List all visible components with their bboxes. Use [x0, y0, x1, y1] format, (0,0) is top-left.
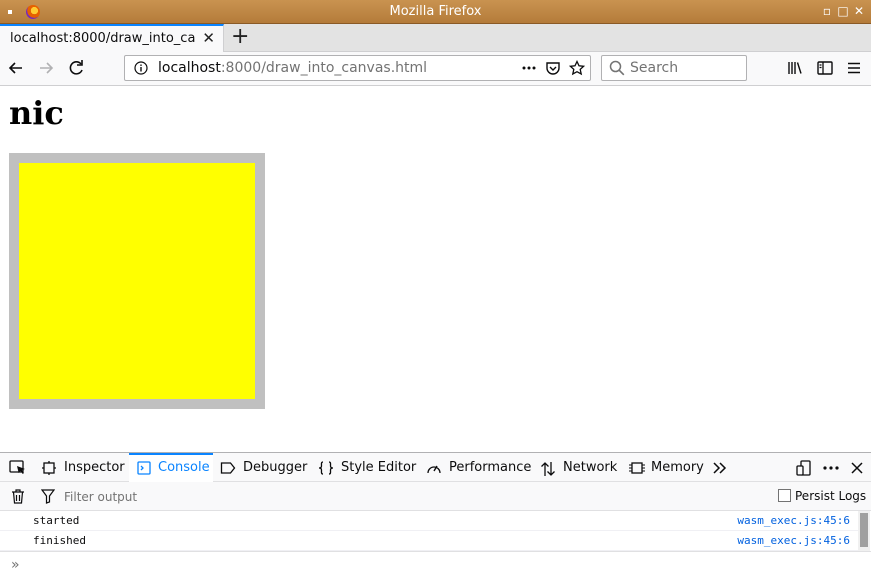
- console-message-text: finished: [33, 534, 86, 547]
- persist-logs-checkbox[interactable]: Persist Logs: [778, 489, 866, 503]
- canvas-yellow-fill: [19, 163, 255, 399]
- devtools-tab-label: Console: [158, 460, 210, 475]
- url-text[interactable]: localhost:8000/draw_into_canvas.html: [158, 60, 427, 76]
- new-tab-button[interactable]: +: [231, 25, 249, 49]
- bookmark-star-icon[interactable]: [569, 60, 585, 76]
- search-input[interactable]: [630, 59, 742, 77]
- more-tools-chevron-icon[interactable]: [712, 461, 728, 475]
- console-message: started wasm_exec.js:45:6: [0, 511, 858, 531]
- page-content: nic: [0, 86, 871, 452]
- style-editor-icon: [318, 461, 334, 475]
- console-input[interactable]: [32, 557, 832, 575]
- devtools-options-icon[interactable]: [822, 461, 840, 475]
- navigation-toolbar: localhost:8000/draw_into_canvas.html: [0, 52, 871, 86]
- close-window-button[interactable]: ✕: [851, 3, 867, 19]
- filter-output-input[interactable]: [64, 488, 364, 506]
- forward-button[interactable]: [35, 57, 57, 79]
- performance-icon: [427, 465, 441, 474]
- window-titlebar: Mozilla Firefox ▫ □ ✕: [0, 0, 871, 24]
- persist-logs-label: Persist Logs: [795, 489, 867, 503]
- console-output: started wasm_exec.js:45:6 finished wasm_…: [0, 511, 858, 551]
- memory-icon: [629, 462, 645, 474]
- url-path: :8000/draw_into_canvas.html: [220, 60, 428, 76]
- devtools-tab-inspector[interactable]: Inspector: [42, 453, 128, 482]
- console-scrollbar-thumb[interactable]: [860, 513, 868, 547]
- minimize-button[interactable]: ▫: [819, 3, 835, 19]
- trash-icon[interactable]: [11, 489, 25, 504]
- devtools-panel: Inspector Console Debugger Style Editor: [0, 452, 871, 581]
- canvas-border: [9, 153, 265, 409]
- network-icon: [541, 462, 555, 476]
- inspector-icon: [42, 461, 56, 475]
- search-bar[interactable]: [601, 55, 747, 81]
- hamburger-menu-icon[interactable]: [845, 59, 863, 77]
- console-message: finished wasm_exec.js:45:6: [0, 531, 858, 551]
- url-bar[interactable]: localhost:8000/draw_into_canvas.html: [124, 55, 591, 81]
- devtools-tab-memory[interactable]: Memory: [629, 453, 707, 482]
- console-message-text: started: [33, 514, 80, 527]
- tab-title: localhost:8000/draw_into_canvas.html: [10, 31, 196, 46]
- site-info-icon[interactable]: [134, 61, 148, 75]
- devtools-tab-performance[interactable]: Performance: [426, 453, 532, 482]
- devtools-tab-debugger[interactable]: Debugger: [220, 453, 310, 482]
- devtools-tab-label: Performance: [449, 460, 532, 475]
- pocket-icon[interactable]: [545, 60, 561, 76]
- search-icon: [609, 60, 625, 76]
- tab-close-button[interactable]: ✕: [202, 29, 215, 47]
- url-host: localhost: [158, 60, 221, 76]
- console-message-source-link[interactable]: wasm_exec.js:45:6: [737, 514, 850, 527]
- devtools-tab-style-editor[interactable]: Style Editor: [318, 453, 418, 482]
- responsive-design-icon[interactable]: [796, 460, 812, 476]
- console-prompt-chevron-icon: »: [11, 557, 20, 573]
- devtools-tab-label: Debugger: [243, 460, 308, 475]
- maximize-button[interactable]: □: [835, 3, 851, 19]
- devtools-tab-label: Network: [563, 460, 618, 475]
- console-input-area: »: [0, 551, 871, 579]
- filter-icon: [41, 489, 55, 504]
- console-filter-bar: Persist Logs: [0, 482, 871, 511]
- devtools-tab-network[interactable]: Network: [540, 453, 622, 482]
- tab-strip: localhost:8000/draw_into_canvas.html ✕ +: [0, 24, 871, 52]
- devtools-tab-label: Memory: [651, 460, 704, 475]
- close-devtools-icon[interactable]: [850, 461, 864, 475]
- console-icon: [137, 461, 151, 475]
- page-heading: nic: [9, 94, 64, 132]
- debugger-icon: [220, 462, 236, 474]
- page-actions-icon[interactable]: [521, 60, 537, 76]
- element-picker-icon[interactable]: [9, 460, 27, 476]
- persist-logs-box[interactable]: [778, 489, 791, 502]
- sidebar-icon[interactable]: [816, 59, 834, 77]
- window-title: Mozilla Firefox: [389, 4, 482, 19]
- devtools-tab-label: Style Editor: [341, 460, 417, 475]
- devtools-toolbar: Inspector Console Debugger Style Editor: [0, 453, 871, 482]
- devtools-tab-console[interactable]: Console: [129, 453, 213, 482]
- console-message-source-link[interactable]: wasm_exec.js:45:6: [737, 534, 850, 547]
- tab-draw-into-canvas[interactable]: localhost:8000/draw_into_canvas.html ✕: [0, 24, 224, 52]
- library-icon[interactable]: [786, 59, 804, 77]
- back-button[interactable]: [5, 57, 27, 79]
- reload-button[interactable]: [65, 57, 87, 79]
- devtools-tab-label: Inspector: [64, 460, 125, 475]
- console-scrollbar[interactable]: [858, 511, 870, 551]
